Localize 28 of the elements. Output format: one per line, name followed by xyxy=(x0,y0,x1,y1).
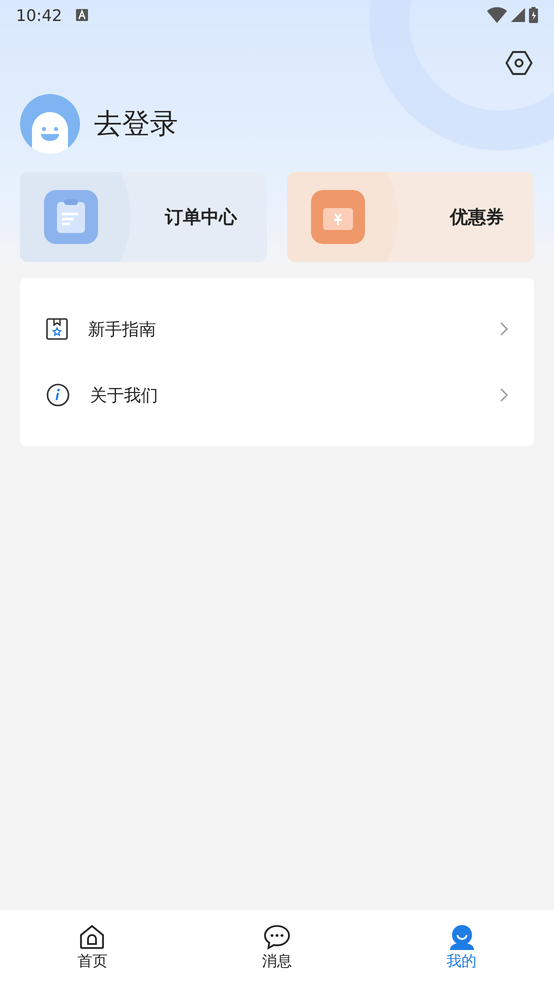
signal-icon xyxy=(511,8,525,22)
menu-item[interactable]: 关于我们 xyxy=(20,362,534,428)
info-icon xyxy=(46,383,70,407)
nav-tab[interactable]: 消息 xyxy=(184,910,370,984)
card-label: 优惠券 xyxy=(450,206,504,229)
ticket-icon xyxy=(311,190,365,244)
login-link[interactable]: 去登录 xyxy=(94,105,178,143)
menu-item[interactable]: 新手指南 xyxy=(20,296,534,362)
settings-button[interactable] xyxy=(504,48,534,78)
settings-icon xyxy=(505,49,533,77)
home-icon xyxy=(79,924,106,950)
nav-tab[interactable]: 我的 xyxy=(369,910,554,984)
chevron-icon xyxy=(500,322,508,336)
keyboard-notification-icon xyxy=(76,9,88,21)
nav-tab[interactable]: 首页 xyxy=(0,910,185,984)
clipboard-icon xyxy=(44,190,98,244)
shortcut-card[interactable]: 优惠券 xyxy=(287,172,534,262)
battery-icon xyxy=(529,7,538,23)
user-icon xyxy=(448,924,475,950)
star-book-icon xyxy=(46,318,68,340)
menu-label: 新手指南 xyxy=(88,318,157,340)
card-label: 订单中心 xyxy=(165,206,237,229)
status-time: 10:42 xyxy=(16,6,62,24)
wifi-icon xyxy=(487,7,507,23)
shortcut-card[interactable]: 订单中心 xyxy=(20,172,267,262)
chat-icon xyxy=(262,924,291,950)
menu-label: 关于我们 xyxy=(90,384,159,406)
chevron-icon xyxy=(500,388,508,402)
